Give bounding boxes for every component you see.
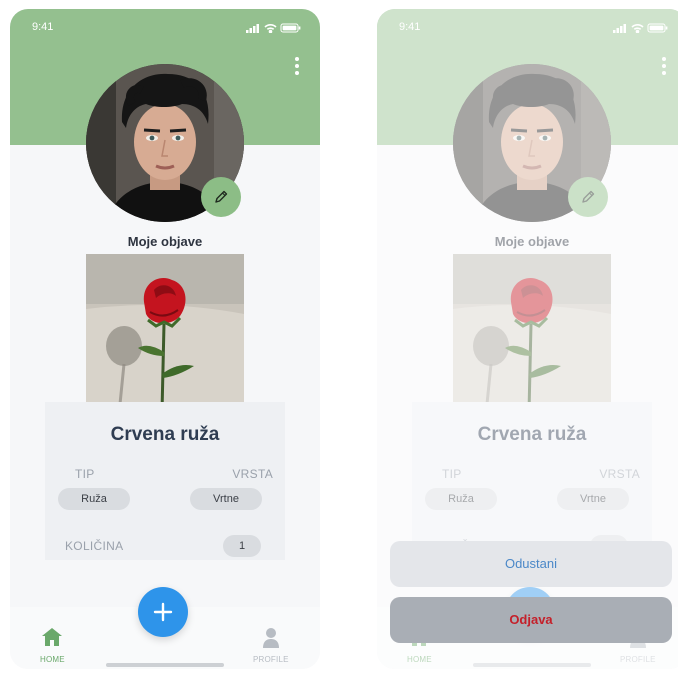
status-bar: 9:41 [32,21,302,35]
profile-icon[interactable] [262,627,280,649]
edit-avatar-button[interactable] [201,177,241,217]
pencil-icon [215,190,228,203]
wifi-icon [264,24,277,33]
home-indicator [106,663,224,667]
logout-button[interactable]: Odjava [390,597,672,643]
section-title: Moje objave [127,234,203,249]
kolicina-label: KOLIČINA [65,539,124,553]
post-title: Crvena ruža [110,424,220,445]
home-icon[interactable] [41,627,63,647]
tab-home-label[interactable]: HOME [40,655,65,664]
tip-label: TIP [75,467,95,481]
kebab-menu-icon[interactable] [294,57,300,77]
status-time: 9:41 [32,21,54,33]
post-card: Crvena ruža TIP VRSTA Ruža Vrtne KOLIČIN… [45,402,285,560]
cancel-button[interactable]: Odustani [390,541,672,587]
tip-value: Ruža [58,488,130,510]
add-post-button[interactable] [138,587,188,637]
battery-icon [280,23,301,33]
kolicina-value: 1 [223,535,261,557]
profile-screen-action-sheet: 9:41 Moje objave [377,9,678,669]
vrsta-value: Vrtne [190,488,262,510]
signal-icon [246,24,259,33]
rose-photo [86,254,244,412]
post-image[interactable] [86,254,244,412]
vrsta-label: VRSTA [232,467,273,481]
plus-icon [153,602,173,622]
tab-profile-label[interactable]: PROFILE [253,655,289,664]
profile-screen: 9:41 Moje objave Crvena ruža TIP VRSTA R… [10,9,320,669]
status-icons [246,23,301,33]
